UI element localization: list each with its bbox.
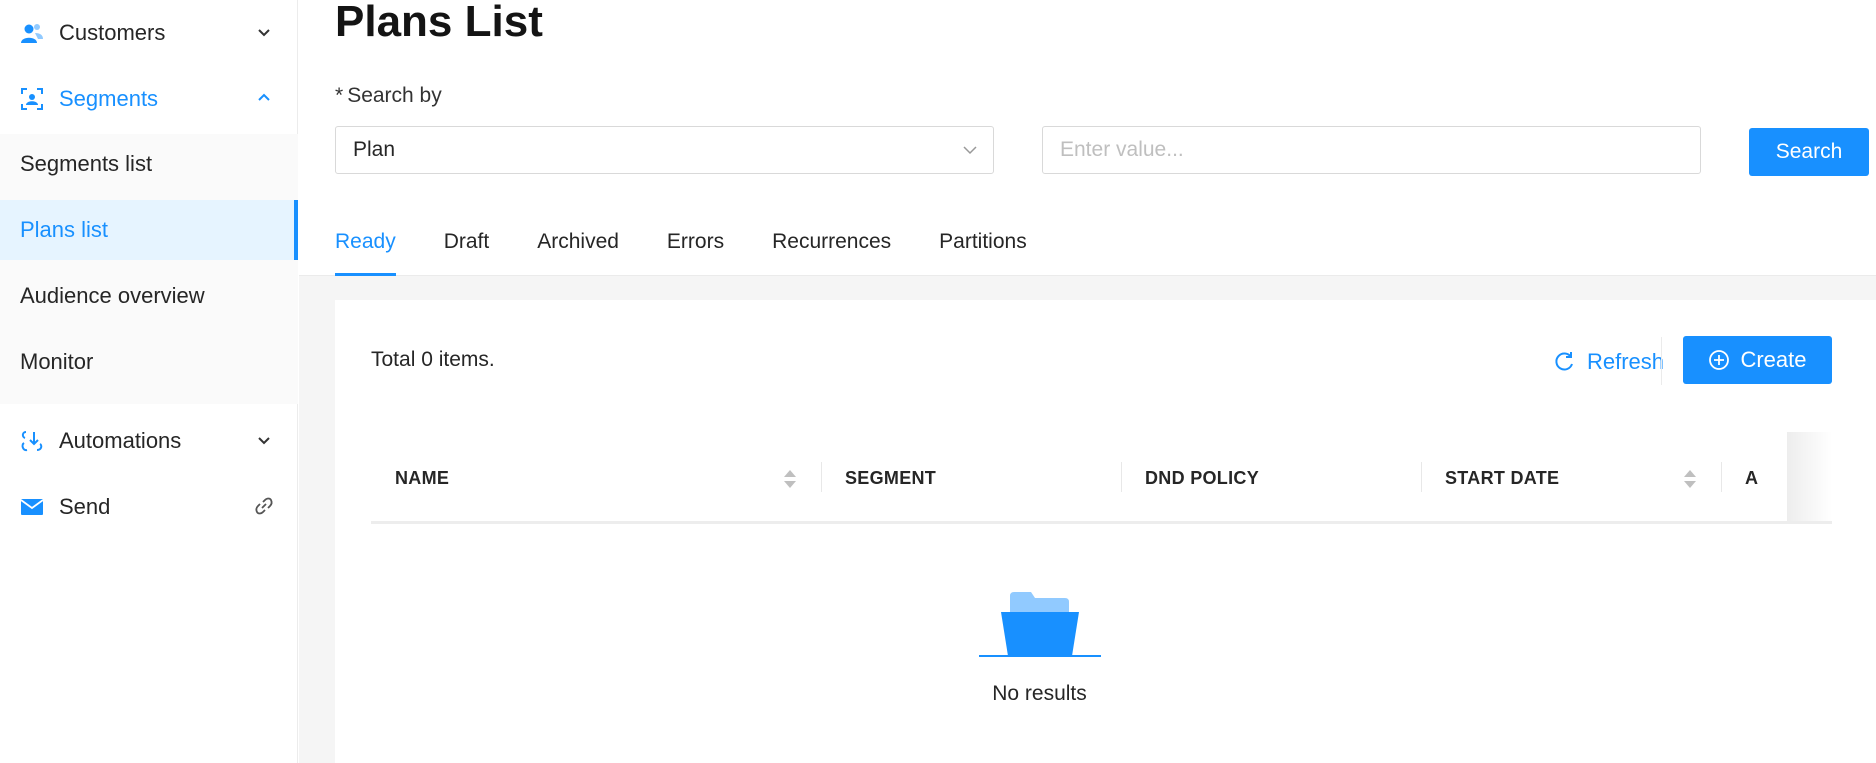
refresh-icon	[1555, 352, 1573, 371]
sidebar-item-label: Plans list	[20, 217, 109, 242]
sort-icon[interactable]	[1683, 468, 1697, 490]
chevron-down-icon	[258, 29, 270, 37]
sidebar-item-label: Audience overview	[20, 283, 205, 308]
search-by-label-text: Search by	[347, 84, 442, 107]
chevron-down-icon	[963, 146, 977, 155]
segments-submenu: Segments list Plans list Audience overvi…	[0, 134, 298, 404]
customers-icon	[21, 24, 43, 43]
search-value-input[interactable]	[1042, 126, 1701, 174]
sidebar-group-label: Send	[59, 494, 111, 519]
refresh-button[interactable]: Refresh	[1553, 344, 1664, 380]
sidebar-item-plans-list[interactable]: Plans list	[0, 200, 298, 260]
plus-circle-icon	[1709, 350, 1730, 370]
column-header-segment: SEGMENT	[845, 467, 937, 488]
search-by-select[interactable]: Plan	[335, 126, 994, 174]
sidebar: Customers Segments Segments list Plans l…	[0, 0, 298, 763]
table-header: NAME SEGMENT DND POLICY START DATE A	[371, 432, 1832, 524]
column-header-dnd-policy: DND POLICY	[1145, 467, 1260, 488]
link-icon	[255, 497, 273, 515]
sidebar-group-send[interactable]: Send	[0, 474, 298, 540]
status-tabs: Ready Draft Archived Errors Recurrences …	[335, 220, 1075, 276]
sidebar-group-segments[interactable]: Segments	[0, 66, 298, 132]
sidebar-group-customers[interactable]: Customers	[0, 0, 298, 66]
toolbar-divider	[1661, 337, 1662, 385]
sidebar-group-label: Customers	[59, 20, 166, 45]
tab-errors[interactable]: Errors	[667, 220, 724, 276]
sidebar-group-label: Automations	[59, 428, 182, 453]
search-button[interactable]: Search	[1749, 128, 1869, 176]
tab-partitions[interactable]: Partitions	[939, 220, 1027, 276]
sort-icon[interactable]	[783, 468, 797, 490]
column-header-truncated: A	[1745, 467, 1759, 488]
send-icon	[20, 499, 44, 515]
sidebar-item-label: Monitor	[20, 349, 94, 374]
search-by-selected-value: Plan	[353, 138, 396, 161]
sidebar-group-label: Segments	[59, 86, 159, 111]
segments-icon	[21, 88, 43, 110]
scroll-shadow	[1787, 432, 1832, 521]
sidebar-item-monitor[interactable]: Monitor	[0, 332, 298, 392]
sidebar-group-automations[interactable]: Automations	[0, 408, 298, 474]
column-separator	[821, 462, 822, 492]
empty-state: No results	[335, 590, 1876, 706]
column-separator	[1121, 462, 1122, 492]
main-content: Plans List *Search by Plan Search Ready …	[299, 0, 1876, 763]
tab-archived[interactable]: Archived	[537, 220, 619, 276]
chevron-down-icon	[258, 437, 270, 445]
empty-state-text: No results	[992, 682, 1087, 705]
create-button[interactable]: Create	[1683, 336, 1832, 384]
page-header: Plans List *Search by Plan Search Ready …	[299, 0, 1876, 276]
total-items-text: Total 0 items.	[371, 348, 495, 371]
column-header-name[interactable]: NAME	[395, 432, 449, 521]
sidebar-item-label: Segments list	[20, 151, 153, 176]
sidebar-item-audience-overview[interactable]: Audience overview	[0, 266, 298, 326]
search-by-label: * Search by	[335, 84, 442, 108]
empty-folder-icon	[978, 592, 1101, 657]
tab-recurrences[interactable]: Recurrences	[772, 220, 891, 276]
column-header-start-date[interactable]: START DATE	[1445, 432, 1559, 521]
automations-icon	[21, 431, 43, 452]
create-label: Create	[1740, 347, 1807, 372]
tab-ready[interactable]: Ready	[335, 220, 396, 276]
sidebar-item-segments-list[interactable]: Segments list	[0, 134, 298, 194]
plans-card: Total 0 items. Refresh Create NAME SEGME…	[335, 300, 1876, 763]
refresh-label: Refresh	[1587, 349, 1665, 374]
page-title: Plans List	[335, 0, 543, 46]
required-marker: *	[335, 84, 344, 107]
column-separator	[1721, 462, 1722, 492]
tab-draft[interactable]: Draft	[444, 220, 490, 276]
chevron-up-icon	[258, 93, 270, 101]
column-separator	[1421, 462, 1422, 492]
